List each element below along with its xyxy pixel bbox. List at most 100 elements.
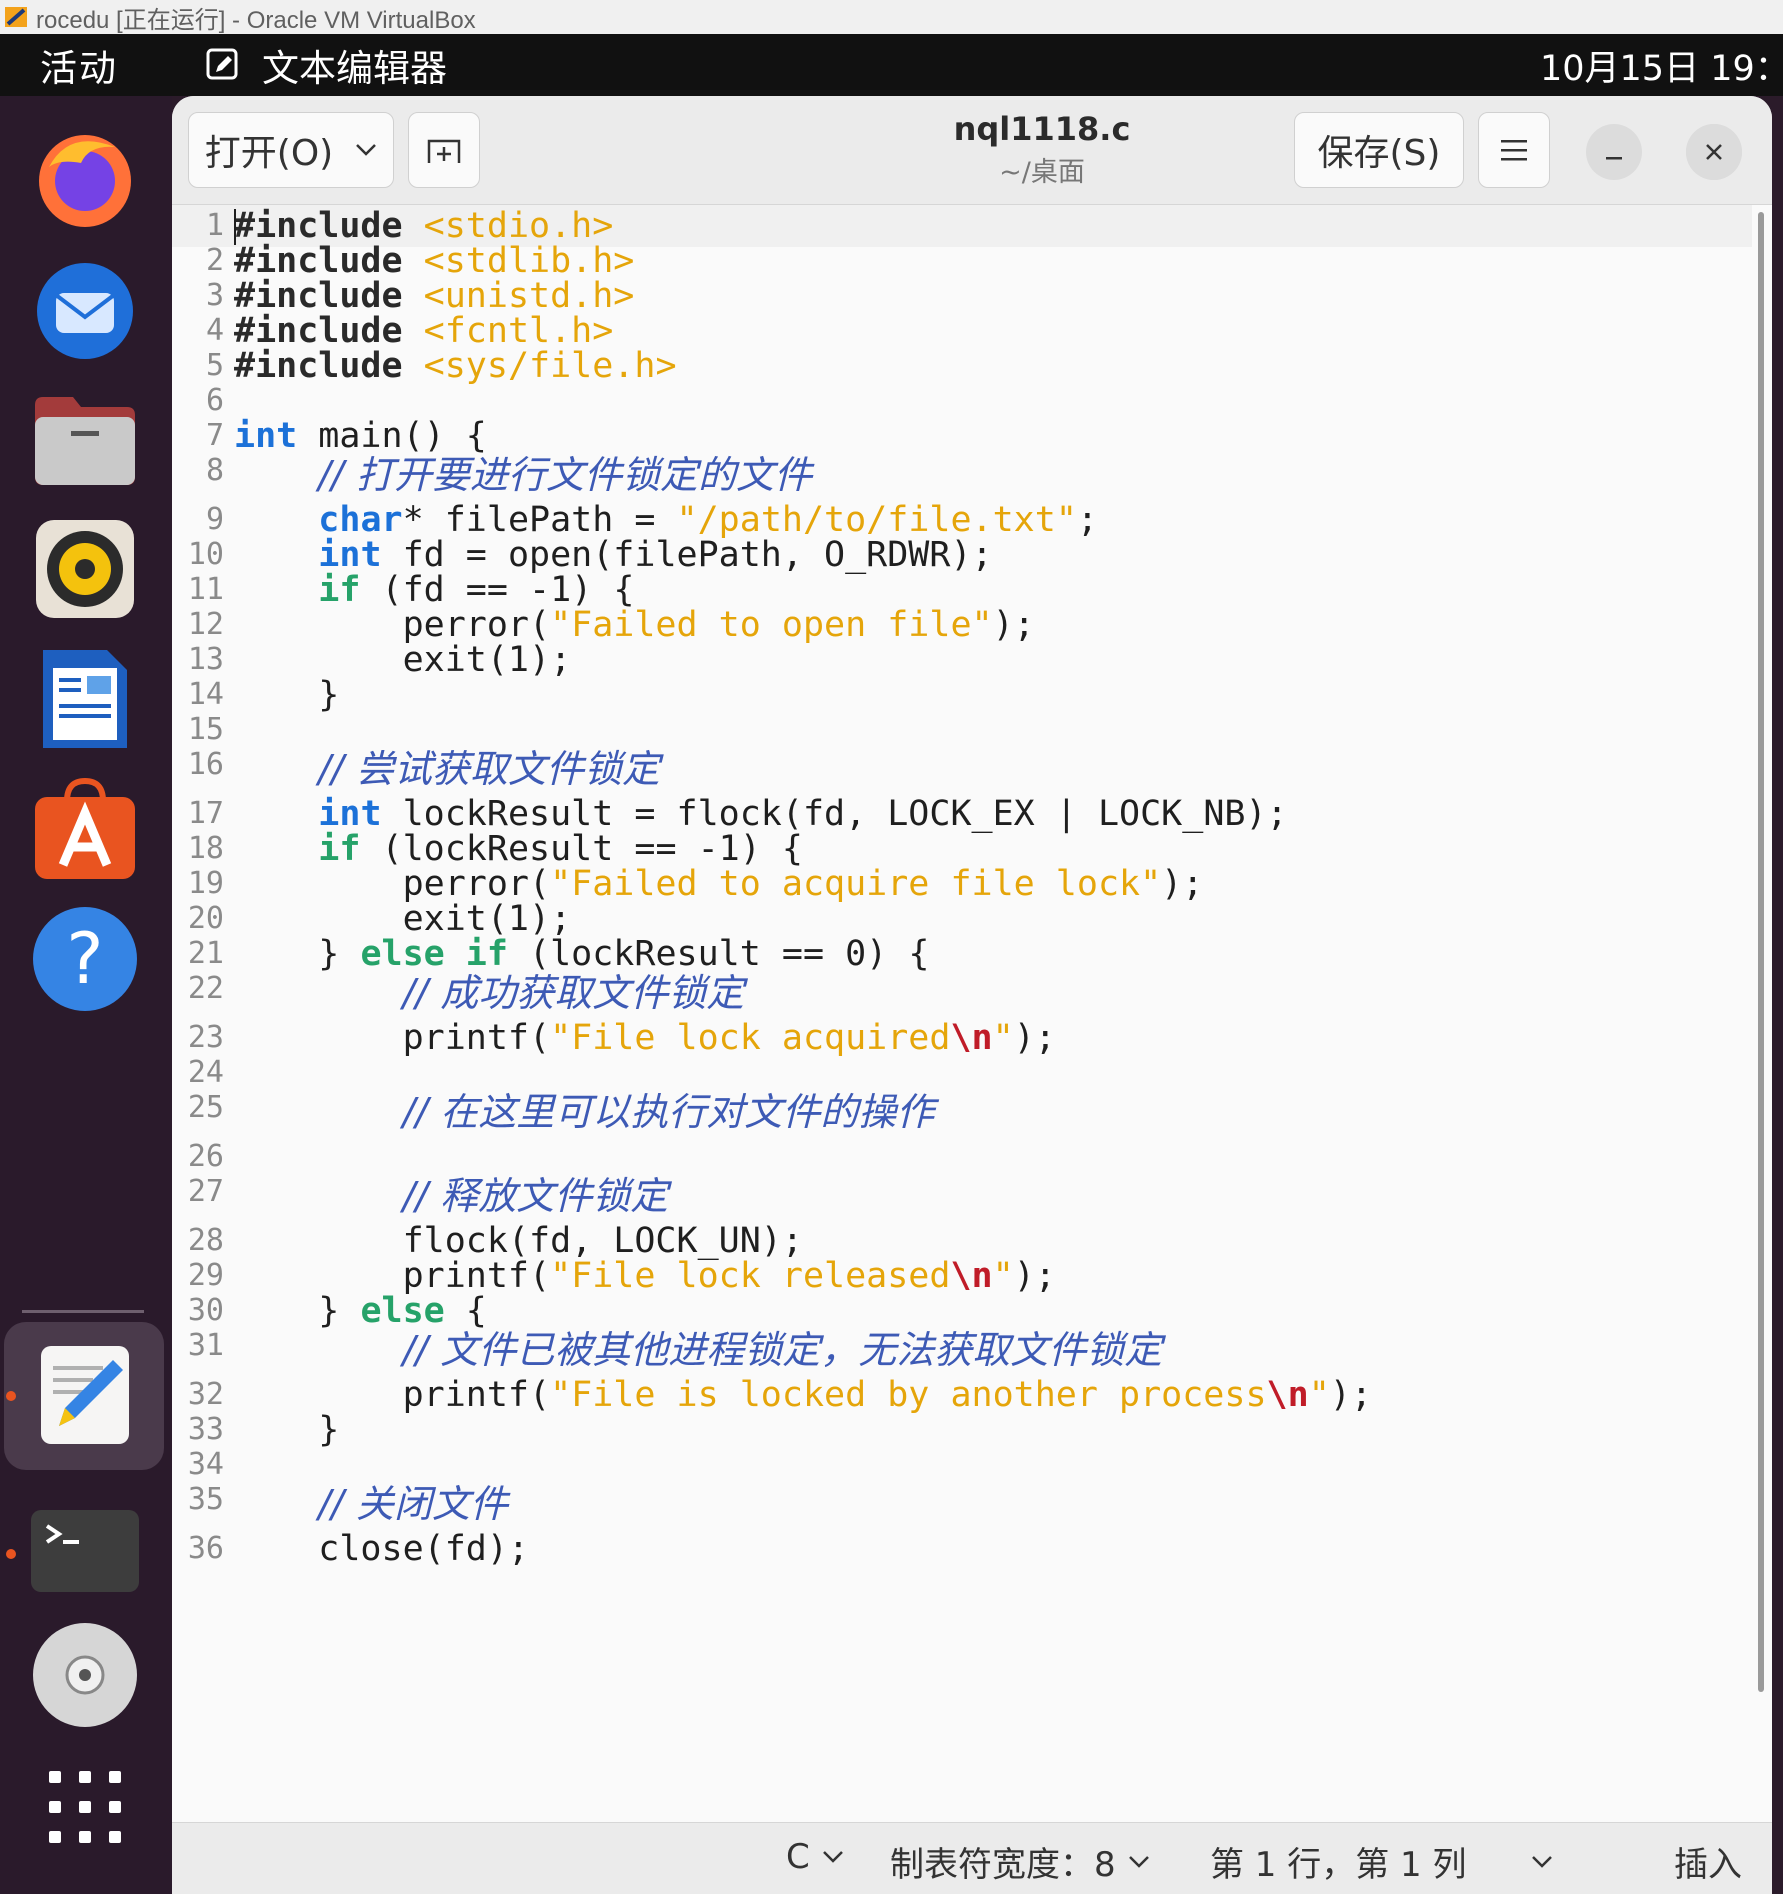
code-editor[interactable]: 1 2 3 4 5 6 7 8 9 10 11 12 13 14 15 16 17 18 19 20 21 22 23 24 2…: [172, 205, 1752, 1821]
cursor-position-selector[interactable]: 第 1 行，第 1 列: [1210, 1837, 1553, 1886]
code-token: }: [234, 1291, 361, 1331]
code-line[interactable]: #include <sys/file.h>: [234, 345, 677, 387]
code-token: else if: [360, 934, 508, 974]
document-path: ~/桌面: [999, 157, 1085, 188]
line-number: 16: [187, 747, 224, 782]
terminal-icon[interactable]: [22, 1488, 148, 1614]
running-indicator: [6, 1391, 16, 1401]
chevron-down-icon: [356, 144, 377, 156]
code-line[interactable]: // 在这里可以执行对文件的操作: [234, 1090, 935, 1135]
open-button[interactable]: 打开(O): [188, 112, 394, 188]
code-line[interactable]: // 尝试获取文件锁定: [234, 748, 660, 792]
code-token: else: [360, 1291, 445, 1331]
code-token: "File lock released: [550, 1256, 951, 1296]
code-token: // 尝试获取文件锁定: [318, 747, 660, 791]
code-token: );: [1013, 1018, 1056, 1058]
insert-mode-label: 插入: [1674, 1845, 1742, 1885]
virtualbox-icon: [5, 7, 27, 27]
code-token: \n: [950, 1018, 993, 1058]
code-line[interactable]: int main() {: [234, 415, 487, 457]
libreoffice-writer-icon[interactable]: [22, 636, 148, 762]
dvd-icon[interactable]: [22, 1612, 148, 1738]
text-editor-app-icon: [206, 48, 238, 80]
chevron-down-icon: [822, 1851, 843, 1863]
rhythmbox-icon[interactable]: [22, 506, 148, 632]
minimize-icon: [1606, 157, 1622, 160]
software-center-icon[interactable]: [22, 766, 148, 892]
firefox-icon[interactable]: [22, 116, 148, 242]
code-line[interactable]: // 释放文件锁定: [234, 1174, 669, 1219]
code-token: printf(: [234, 1018, 551, 1058]
code-token: <sys/file.h>: [423, 346, 677, 386]
code-token: ": [1308, 1375, 1330, 1415]
code-token: // 文件已被其他进程锁定，无法获取文件锁定: [402, 1328, 1163, 1372]
code-token: // 关闭文件: [318, 1482, 508, 1526]
files-icon[interactable]: [22, 376, 148, 502]
code-line[interactable]: close(fd);: [234, 1528, 529, 1570]
code-token: {: [444, 1291, 487, 1331]
code-token: // 打开要进行文件锁定的文件: [318, 453, 812, 497]
gnome-top-bar: 活动 文本编辑器 10月15日 19：: [0, 34, 1783, 96]
tab-width-selector[interactable]: 制表符宽度：8: [890, 1837, 1150, 1886]
code-token: ": [992, 1256, 1014, 1296]
code-line[interactable]: } else {: [234, 1290, 487, 1332]
activities-button[interactable]: 活动: [40, 38, 118, 92]
code-line[interactable]: } else if (lockResult == 0) {: [234, 933, 929, 975]
vertical-scrollbar[interactable]: [1758, 212, 1764, 1692]
help-icon[interactable]: ?: [22, 896, 148, 1022]
code-line[interactable]: }: [234, 1409, 339, 1451]
code-token: }: [234, 934, 361, 974]
line-number: 22: [187, 971, 224, 1006]
document-title: nql1118.c: [953, 110, 1131, 148]
close-button[interactable]: [1686, 124, 1742, 180]
code-token: // 成功获取文件锁定: [402, 971, 745, 1015]
code-token: main() {: [297, 416, 487, 456]
text-caret: [234, 209, 236, 245]
hamburger-menu-icon: [1501, 140, 1527, 161]
virtualbox-title-bar: rocedu [正在运行] - Oracle VM VirtualBox: [0, 0, 1783, 35]
dock-separator: [22, 1310, 144, 1313]
code-token: );: [1013, 1256, 1056, 1296]
language-label: C: [786, 1837, 810, 1877]
code-line[interactable]: // 打开要进行文件锁定的文件: [234, 454, 812, 498]
code-token: #include: [234, 346, 403, 386]
new-tab-icon: [427, 139, 461, 163]
new-tab-button[interactable]: [408, 112, 480, 188]
code-token: // 在这里可以执行对文件的操作: [402, 1090, 935, 1134]
text-editor-window: 打开(O) nql1118.c ~/桌面 保存(S) 1 2 3 4 5 6 7…: [172, 96, 1772, 1894]
code-line[interactable]: // 文件已被其他进程锁定，无法获取文件锁定: [234, 1328, 1163, 1373]
thunderbird-icon[interactable]: [22, 246, 148, 372]
code-line[interactable]: // 关闭文件: [234, 1483, 508, 1527]
close-icon: [1706, 144, 1722, 160]
show-apps-icon[interactable]: [22, 1744, 148, 1870]
svg-text:?: ?: [66, 918, 103, 1000]
code-token: ": [992, 1018, 1014, 1058]
tab-width-label: 制表符宽度：8: [890, 1845, 1116, 1885]
line-number: 35: [187, 1482, 224, 1517]
app-menu[interactable]: 文本编辑器: [206, 38, 447, 92]
minimize-button[interactable]: [1586, 124, 1642, 180]
code-token: // 释放文件锁定: [402, 1174, 669, 1218]
code-line[interactable]: printf("File is locked by another proces…: [234, 1374, 1372, 1416]
code-token: (lockResult == 0) {: [507, 934, 930, 974]
insert-mode-indicator[interactable]: 插入: [1674, 1837, 1742, 1886]
language-selector[interactable]: C: [786, 1837, 844, 1877]
cursor-position-label: 第 1 行，第 1 列: [1210, 1845, 1467, 1885]
text-editor-icon[interactable]: [22, 1332, 148, 1458]
code-token: close(fd);: [234, 1529, 530, 1569]
code-token: \n: [950, 1256, 993, 1296]
code-line[interactable]: }: [234, 674, 339, 716]
save-button[interactable]: 保存(S): [1294, 112, 1464, 188]
code-token: }: [234, 1410, 340, 1450]
code-line[interactable]: printf("File lock acquired\n");: [234, 1017, 1056, 1059]
code-line[interactable]: // 成功获取文件锁定: [234, 971, 745, 1016]
main-menu-button[interactable]: [1478, 112, 1550, 188]
code-token: ;: [1076, 500, 1098, 540]
clock[interactable]: 10月15日 19：: [1540, 40, 1783, 91]
code-token: );: [1161, 864, 1204, 904]
dock: ?: [0, 96, 172, 1894]
